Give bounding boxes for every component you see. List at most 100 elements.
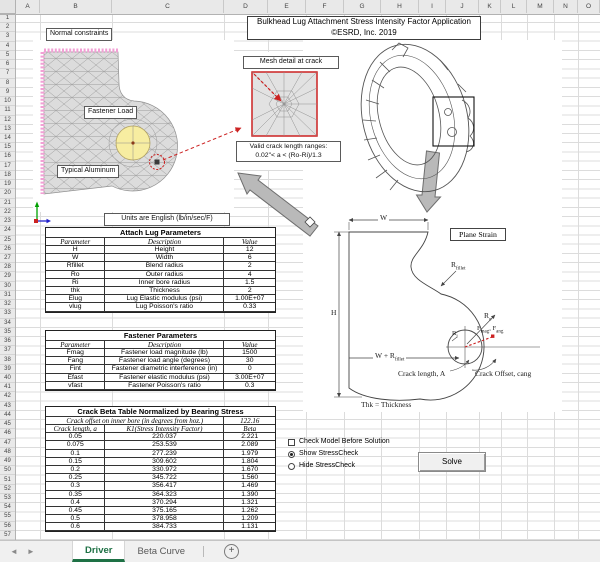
table-cell[interactable]: Parameter bbox=[46, 238, 105, 247]
row-header-8[interactable]: 8 bbox=[0, 79, 15, 88]
solve-button[interactable]: Solve bbox=[418, 452, 486, 472]
row-header-32[interactable]: 32 bbox=[0, 300, 15, 309]
row-header-35[interactable]: 35 bbox=[0, 328, 15, 337]
row-header-52[interactable]: 52 bbox=[0, 485, 15, 494]
row-header-20[interactable]: 20 bbox=[0, 189, 15, 198]
row-header-21[interactable]: 21 bbox=[0, 199, 15, 208]
table-cell[interactable]: Height bbox=[105, 246, 224, 254]
table-cell[interactable]: 2.089 bbox=[224, 441, 275, 449]
row-header-12[interactable]: 12 bbox=[0, 116, 15, 125]
row-header-7[interactable]: 7 bbox=[0, 69, 15, 78]
table-cell[interactable]: 1500 bbox=[224, 349, 275, 357]
table-cell[interactable]: Rfillet bbox=[46, 262, 105, 270]
row-header-25[interactable]: 25 bbox=[0, 236, 15, 245]
row-header-54[interactable]: 54 bbox=[0, 503, 15, 512]
table-cell[interactable]: 364.323 bbox=[105, 491, 224, 499]
table-cell[interactable]: Value bbox=[224, 238, 275, 247]
table-cell[interactable]: 2 bbox=[224, 262, 275, 270]
table-cell[interactable]: 0.33 bbox=[224, 303, 275, 311]
table-cell[interactable]: vlug bbox=[46, 303, 105, 311]
table-cell[interactable]: 1.321 bbox=[224, 499, 275, 507]
table-cell[interactable]: 0.3 bbox=[46, 482, 105, 490]
row-header-2[interactable]: 2 bbox=[0, 23, 15, 32]
show-stresscheck-radio[interactable] bbox=[288, 451, 295, 458]
row-header-45[interactable]: 45 bbox=[0, 420, 15, 429]
table-cell[interactable]: Lug Elastic modulus (psi) bbox=[105, 295, 224, 303]
table-cell[interactable]: Description bbox=[105, 341, 224, 350]
table-cell[interactable]: Blend radius bbox=[105, 262, 224, 270]
table-cell[interactable]: 277.239 bbox=[105, 450, 224, 458]
column-header-J[interactable]: J bbox=[446, 0, 479, 13]
row-header-5[interactable]: 5 bbox=[0, 51, 15, 60]
table-cell[interactable]: Fastener elastic modulus (psi) bbox=[105, 374, 224, 382]
table-cell[interactable]: Fastener Parameters bbox=[46, 331, 275, 341]
table-cell[interactable]: 0.1 bbox=[46, 450, 105, 458]
column-header-D[interactable]: D bbox=[224, 0, 268, 13]
row-header-13[interactable]: 13 bbox=[0, 125, 15, 134]
row-header-55[interactable]: 55 bbox=[0, 512, 15, 521]
column-header-B[interactable]: B bbox=[40, 0, 112, 13]
column-header-C[interactable]: C bbox=[112, 0, 224, 13]
table-cell[interactable]: Fang bbox=[46, 357, 105, 365]
row-header-31[interactable]: 31 bbox=[0, 291, 15, 300]
row-header-53[interactable]: 53 bbox=[0, 494, 15, 503]
row-header-38[interactable]: 38 bbox=[0, 356, 15, 365]
row-header-3[interactable]: 3 bbox=[0, 32, 15, 41]
show-stresscheck-label[interactable]: Show StressCheck bbox=[299, 450, 358, 457]
row-header-29[interactable]: 29 bbox=[0, 272, 15, 281]
table-cell[interactable]: 345.722 bbox=[105, 474, 224, 482]
table-cell[interactable]: 0.15 bbox=[46, 458, 105, 466]
table-cell[interactable]: Width bbox=[105, 254, 224, 262]
table-cell[interactable]: H bbox=[46, 246, 105, 254]
table-cell[interactable]: 253.539 bbox=[105, 441, 224, 449]
table-cell[interactable]: Fmag bbox=[46, 349, 105, 357]
table-cell[interactable]: 30 bbox=[224, 357, 275, 365]
column-header-N[interactable]: N bbox=[554, 0, 578, 13]
row-header-47[interactable]: 47 bbox=[0, 439, 15, 448]
table-cell[interactable]: thk bbox=[46, 287, 105, 295]
row-header-22[interactable]: 22 bbox=[0, 208, 15, 217]
add-sheet-button[interactable]: + bbox=[224, 544, 239, 559]
table-cell[interactable]: Ri bbox=[46, 279, 105, 287]
sheet-nav-right-icon[interactable]: ► bbox=[27, 547, 35, 556]
hide-stresscheck-label[interactable]: Hide StressCheck bbox=[299, 462, 355, 469]
row-header-16[interactable]: 16 bbox=[0, 152, 15, 161]
row-header-19[interactable]: 19 bbox=[0, 180, 15, 189]
table-cell[interactable]: Ro bbox=[46, 271, 105, 279]
row-header-46[interactable]: 46 bbox=[0, 429, 15, 438]
table-cell[interactable]: 0.6 bbox=[46, 523, 105, 531]
table-cell[interactable]: W bbox=[46, 254, 105, 262]
row-header-11[interactable]: 11 bbox=[0, 106, 15, 115]
row-header-28[interactable]: 28 bbox=[0, 263, 15, 272]
table-cell[interactable]: 4 bbox=[224, 271, 275, 279]
table-cell[interactable]: vfast bbox=[46, 382, 105, 390]
row-header-9[interactable]: 9 bbox=[0, 88, 15, 97]
table-cell[interactable]: 0.2 bbox=[46, 466, 105, 474]
row-header-27[interactable]: 27 bbox=[0, 254, 15, 263]
row-header-42[interactable]: 42 bbox=[0, 392, 15, 401]
select-all-corner[interactable] bbox=[0, 0, 16, 14]
tab-beta-curve[interactable]: Beta Curve bbox=[125, 541, 197, 562]
row-header-43[interactable]: 43 bbox=[0, 402, 15, 411]
row-header-14[interactable]: 14 bbox=[0, 134, 15, 143]
table-cell[interactable]: 1.979 bbox=[224, 450, 275, 458]
row-header-49[interactable]: 49 bbox=[0, 457, 15, 466]
column-header-G[interactable]: G bbox=[344, 0, 381, 13]
table-cell[interactable]: 6 bbox=[224, 254, 275, 262]
row-header-56[interactable]: 56 bbox=[0, 522, 15, 531]
tab-driver[interactable]: Driver bbox=[72, 541, 125, 562]
row-header-4[interactable]: 4 bbox=[0, 42, 15, 51]
table-cell[interactable]: 378.958 bbox=[105, 515, 224, 523]
table-cell[interactable]: 1.00E+07 bbox=[224, 295, 275, 303]
table-cell[interactable]: K1(Stress Intensity Factor) bbox=[105, 425, 224, 434]
table-cell[interactable]: 370.294 bbox=[105, 499, 224, 507]
row-header-39[interactable]: 39 bbox=[0, 365, 15, 374]
table-cell[interactable]: 1.469 bbox=[224, 482, 275, 490]
table-cell[interactable]: Description bbox=[105, 238, 224, 247]
row-header-48[interactable]: 48 bbox=[0, 448, 15, 457]
table-cell[interactable]: 1.262 bbox=[224, 507, 275, 515]
row-header-50[interactable]: 50 bbox=[0, 466, 15, 475]
table-cell[interactable]: 1.804 bbox=[224, 458, 275, 466]
table-cell[interactable]: 2 bbox=[224, 287, 275, 295]
row-header-18[interactable]: 18 bbox=[0, 171, 15, 180]
